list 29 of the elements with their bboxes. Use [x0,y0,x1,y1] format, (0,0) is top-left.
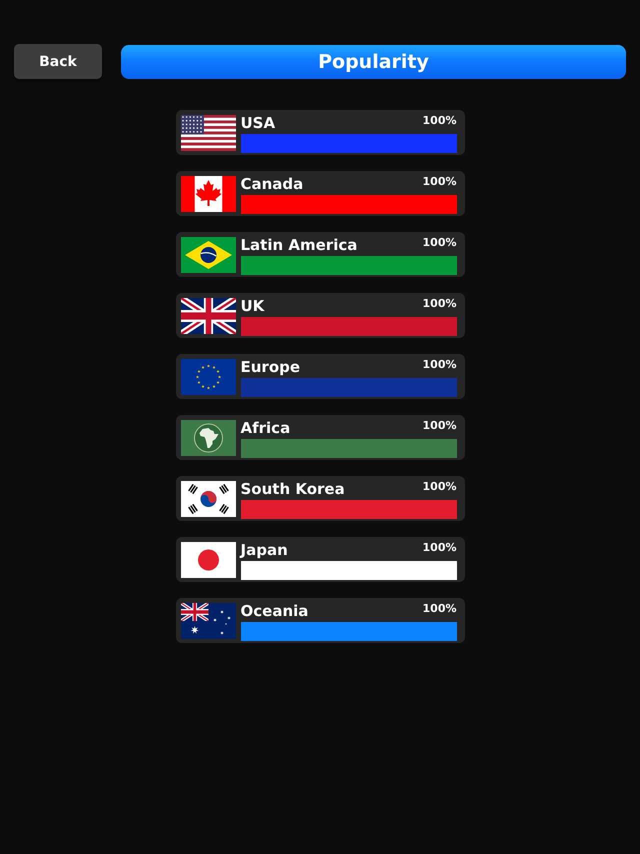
region-name: Africa [240,418,290,436]
region-name: Latin America [240,236,358,254]
africa-flag-icon [180,420,236,456]
back-button[interactable]: Back [14,44,102,79]
percent-text: 100% [422,418,456,432]
percent-text: 100% [422,480,456,492]
region-name: Oceania [240,602,308,620]
us-flag-icon [180,114,236,150]
uk-flag-icon [180,298,236,334]
south-korea-flag-icon [180,480,236,516]
percent-text: 100% [422,114,456,126]
canada-flag-icon [180,176,236,212]
eu-flag-icon [180,358,236,394]
region-name: Japan [240,540,288,558]
percent-text: 100% [422,358,456,370]
brazil-flag-icon [180,236,236,272]
australia-flag-icon [180,602,236,638]
percent-text: 100% [422,540,456,554]
percent-text: 100% [422,296,456,310]
japan-flag-icon [180,542,236,578]
percent-text: 100% [422,236,456,248]
region-name: USA [240,114,276,132]
percent-text: 100% [422,174,456,188]
title-banner: Popularity [121,44,626,78]
region-name: South Korea [240,480,345,498]
region-name: Canada [240,174,304,192]
percent-text: 100% [422,602,456,614]
region-name: UK [240,296,264,314]
region-name: Europe [240,358,300,376]
